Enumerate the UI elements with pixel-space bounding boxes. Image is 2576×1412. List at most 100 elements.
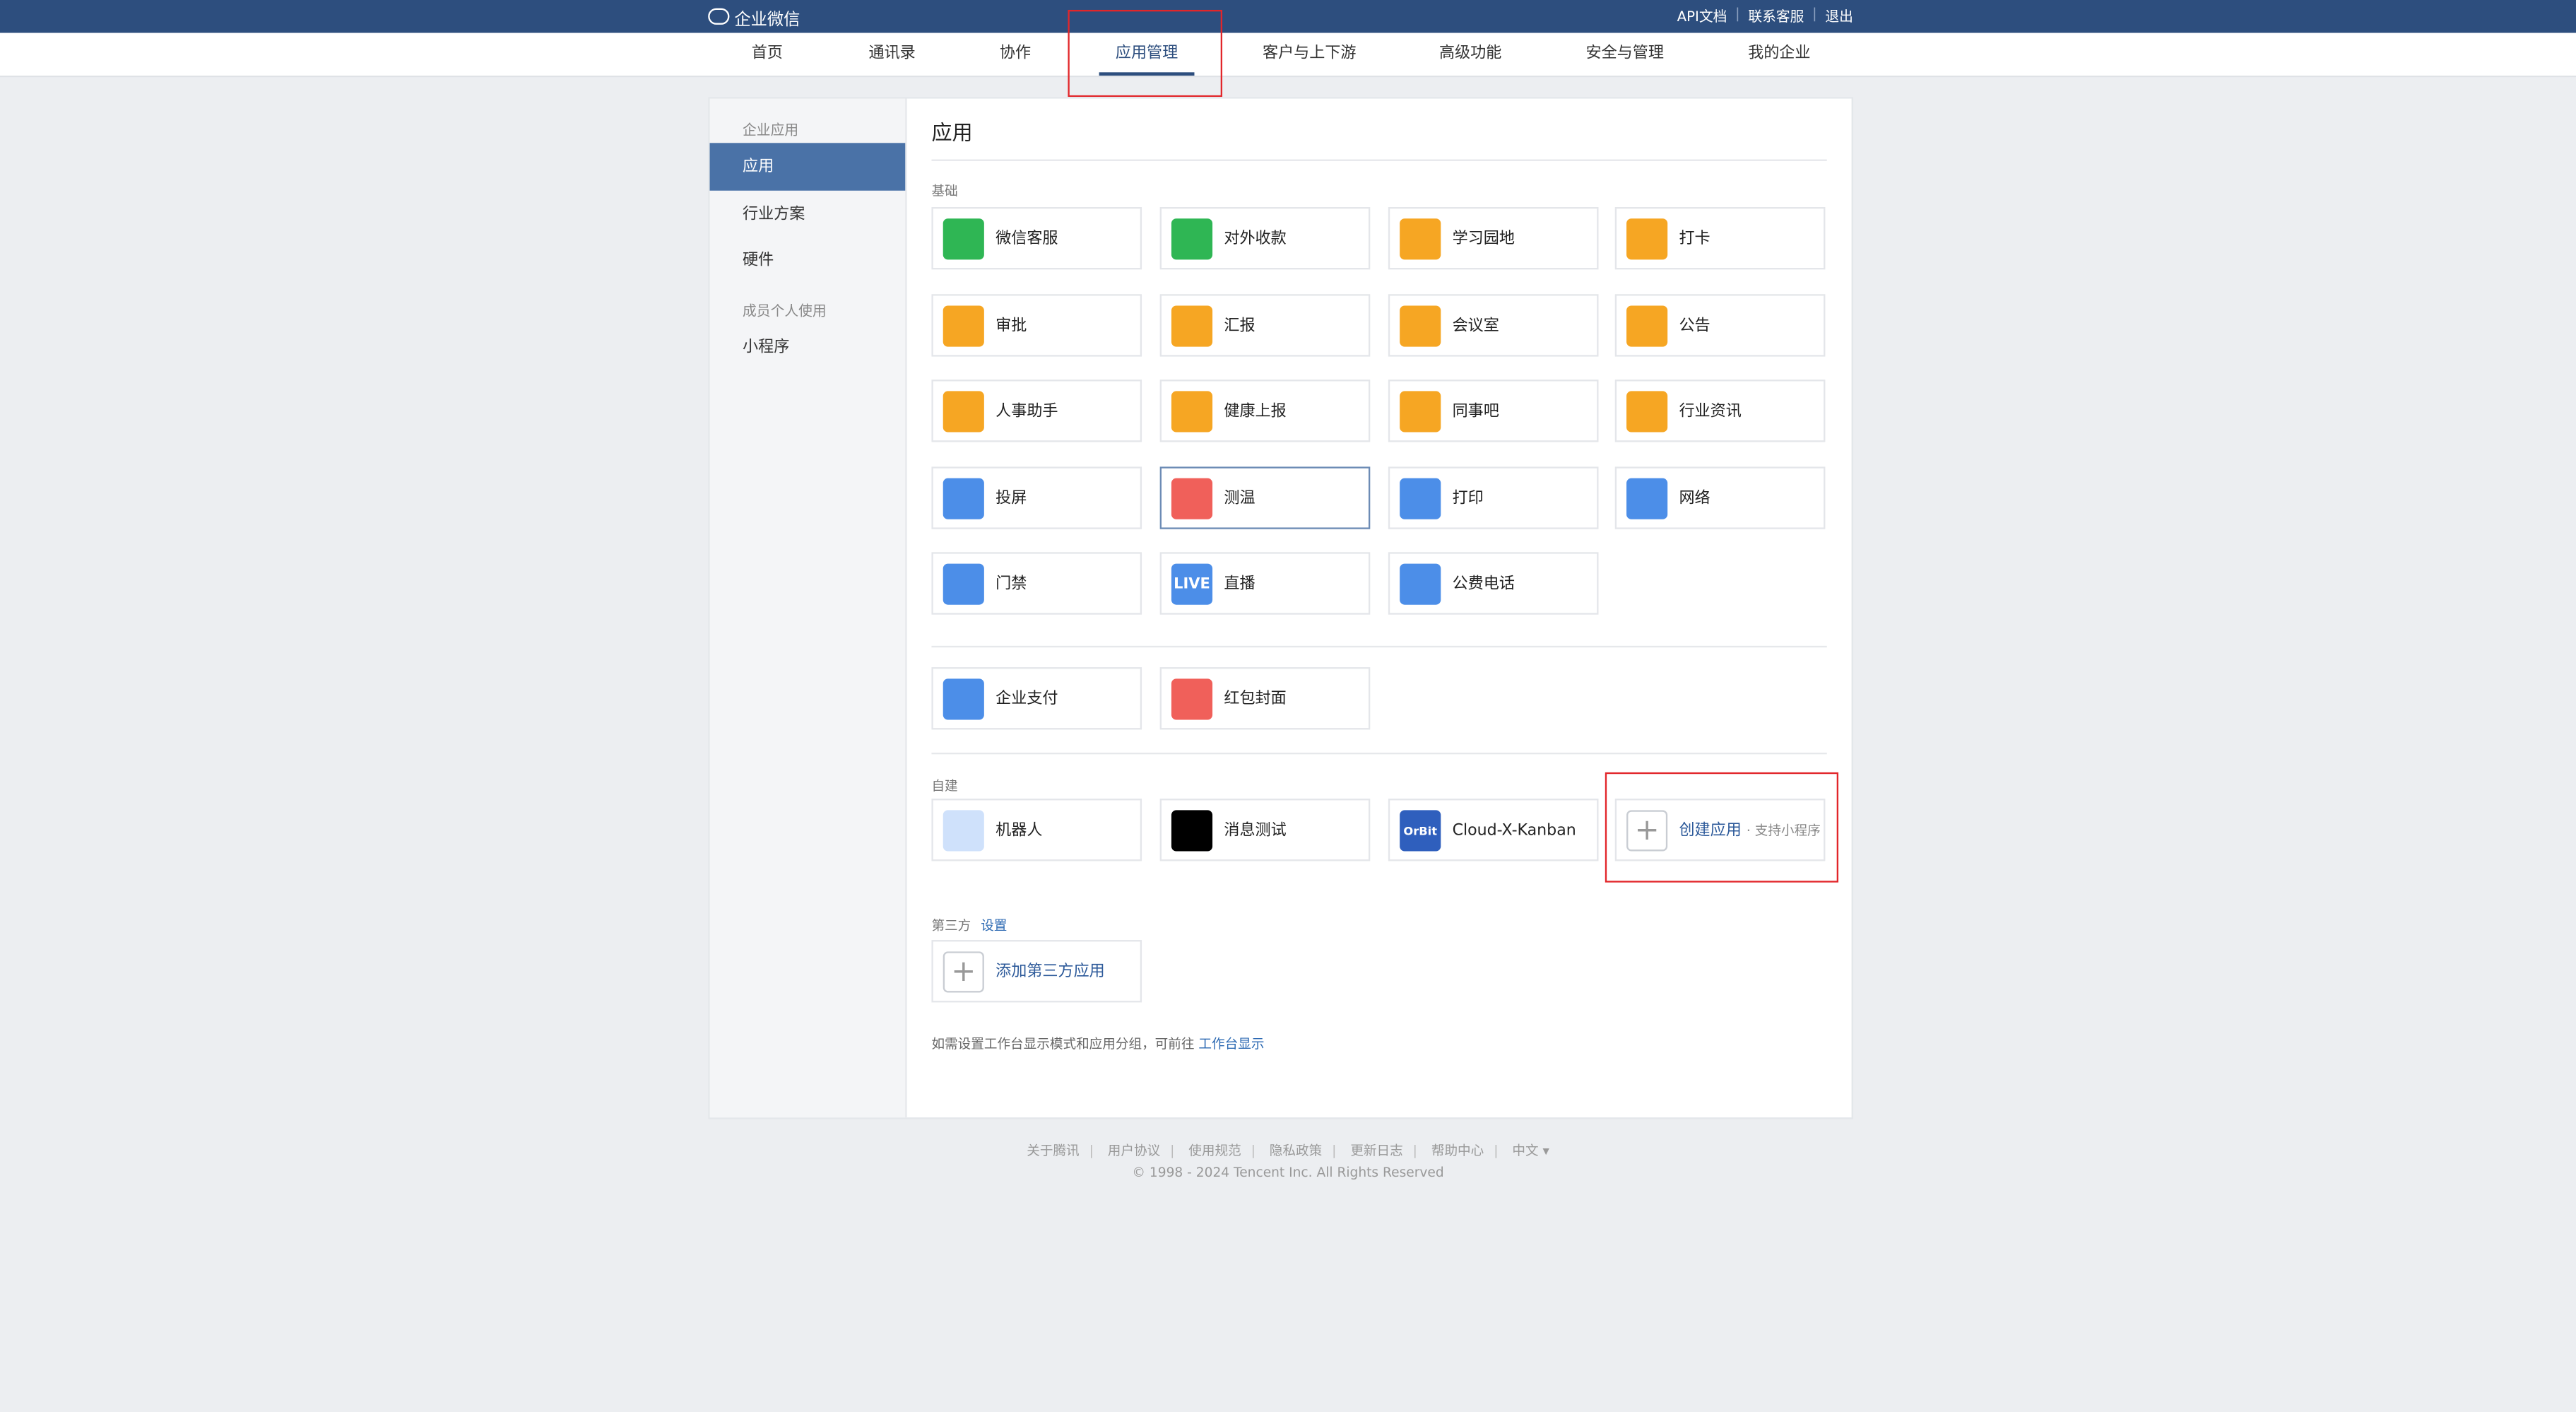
app-card[interactable]: OrBit Cloud-X-Kanban <box>1388 799 1599 861</box>
app-card[interactable]: 同事吧 <box>1388 380 1599 442</box>
contact-support-link[interactable]: 联系客服 <box>1748 6 1804 26</box>
app-card[interactable]: 审批 <box>931 293 1142 356</box>
footer-link-rules[interactable]: 使用规范 <box>1188 1143 1241 1158</box>
wecom-logo-icon <box>708 8 730 25</box>
content-panel: 企业应用 应用 行业方案 硬件 成员个人使用 小程序 应用 基础 微信客服 对外收… <box>708 97 1853 1119</box>
app-card[interactable]: 网络 <box>1614 466 1826 529</box>
app-label: 健康上报 <box>1224 402 1287 421</box>
app-label: 打卡 <box>1679 230 1711 249</box>
tab-security[interactable]: 安全与管理 <box>1585 33 1663 76</box>
footer-link-about[interactable]: 关于腾讯 <box>1027 1143 1079 1158</box>
page: 企业微信 API文档 | 联系客服 | 退出 首页 通讯录 协作 应用管理 客户… <box>0 0 2576 1412</box>
tab-collaboration[interactable]: 协作 <box>1000 33 1031 76</box>
phone-icon <box>1400 563 1441 605</box>
footer-links: 关于腾讯 | 用户协议 | 使用规范 | 隐私政策 | 更新日志 | 帮助中心 | 中文 ▾ <box>1027 1143 1549 1159</box>
app-card[interactable]: 门禁 <box>931 552 1142 615</box>
app-label: 审批 <box>995 316 1027 335</box>
top-bar: 企业微信 API文档 | 联系客服 | 退出 <box>0 0 2576 33</box>
app-card[interactable]: 企业支付 <box>931 667 1142 730</box>
app-card[interactable]: 汇报 <box>1159 293 1371 356</box>
add-third-party-label: 添加第三方应用 <box>995 963 1105 982</box>
sidebar-item-hardware[interactable]: 硬件 <box>710 237 906 284</box>
robot-icon <box>943 810 984 852</box>
app-card[interactable]: 消息测试 <box>1159 799 1371 861</box>
sidebar-caption-personal: 成员个人使用 <box>743 304 827 321</box>
app-card[interactable]: 打印 <box>1388 466 1599 529</box>
app-card[interactable]: 对外收款 <box>1159 206 1371 270</box>
app-label: 消息测试 <box>1224 821 1287 840</box>
sidebar-item-apps[interactable]: 应用 <box>709 143 906 191</box>
tab-contacts[interactable]: 通讯录 <box>868 33 915 76</box>
app-card[interactable]: 健康上报 <box>1159 380 1371 442</box>
footer-link-agreement[interactable]: 用户协议 <box>1108 1143 1160 1158</box>
main-nav: 首页 通讯录 协作 应用管理 客户与上下游 高级功能 安全与管理 我的企业 <box>0 33 2576 78</box>
third-party-settings-link[interactable]: 设置 <box>981 919 1007 934</box>
app-card[interactable]: 会议室 <box>1388 293 1599 356</box>
top-links: API文档 | 联系客服 | 退出 <box>1677 6 1853 26</box>
tab-my-enterprise[interactable]: 我的企业 <box>1748 33 1810 76</box>
app-label: 公费电话 <box>1452 575 1515 594</box>
app-card[interactable]: LIVE 直播 <box>1159 552 1371 615</box>
app-label: 打印 <box>1452 488 1484 507</box>
plus-icon: + <box>943 951 984 993</box>
third-party-label: 第三方 <box>931 918 971 934</box>
health-icon <box>1171 391 1213 433</box>
logo[interactable]: 企业微信 <box>708 5 800 29</box>
chat-bubble-icon <box>943 218 984 260</box>
api-docs-link[interactable]: API文档 <box>1677 6 1727 26</box>
app-card[interactable]: 行业资讯 <box>1614 380 1826 442</box>
highlight-box-nav <box>1068 9 1223 98</box>
add-third-party-app-button[interactable]: + 添加第三方应用 <box>931 940 1142 1003</box>
app-label: 投屏 <box>995 488 1027 507</box>
app-label: 公告 <box>1679 316 1711 335</box>
section-label-custom: 自建 <box>931 779 958 794</box>
app-card[interactable]: 微信客服 <box>931 206 1142 270</box>
divider: | <box>1735 6 1740 23</box>
door-access-icon <box>943 563 984 605</box>
workspace-tip: 如需设置工作台显示模式和应用分组，可前往 工作台显示 <box>931 1035 1264 1054</box>
screen-cast-icon <box>943 477 984 519</box>
logo-text: 企业微信 <box>734 11 800 29</box>
thermometer-icon <box>1171 477 1213 519</box>
footer-link-help[interactable]: 帮助中心 <box>1431 1143 1484 1158</box>
app-label: 直播 <box>1224 575 1255 594</box>
black-square-icon <box>1171 810 1213 852</box>
app-card[interactable]: 人事助手 <box>931 380 1142 442</box>
planet-icon <box>1400 218 1441 260</box>
app-card[interactable]: 红包封面 <box>1159 667 1371 730</box>
copyright: © 1998 - 2024 Tencent Inc. All Rights Re… <box>1132 1165 1444 1180</box>
app-card[interactable]: 学习园地 <box>1388 206 1599 270</box>
nodes-icon <box>1400 391 1441 433</box>
logout-link[interactable]: 退出 <box>1825 6 1853 26</box>
sidebar-item-miniprogram[interactable]: 小程序 <box>710 324 906 371</box>
sidebar-item-industry[interactable]: 行业方案 <box>710 191 906 238</box>
app-card[interactable]: 打卡 <box>1614 206 1826 270</box>
language-selector[interactable]: 中文 ▾ <box>1512 1143 1549 1158</box>
app-label: 机器人 <box>995 821 1043 840</box>
app-card[interactable]: 机器人 <box>931 799 1142 861</box>
divider <box>931 645 1827 648</box>
person-icon <box>943 391 984 433</box>
tab-home[interactable]: 首页 <box>752 33 783 76</box>
app-label: Cloud-X-Kanban <box>1452 821 1576 840</box>
yuan-icon <box>1171 218 1213 260</box>
workspace-display-link[interactable]: 工作台显示 <box>1198 1037 1264 1052</box>
app-label: 红包封面 <box>1224 690 1287 709</box>
tab-customers[interactable]: 客户与上下游 <box>1263 33 1357 76</box>
tab-advanced[interactable]: 高级功能 <box>1439 33 1501 76</box>
news-icon <box>1626 391 1668 433</box>
app-label: 汇报 <box>1224 316 1255 335</box>
app-card[interactable]: 投屏 <box>931 466 1142 529</box>
app-label: 网络 <box>1679 488 1711 507</box>
app-label: 会议室 <box>1452 316 1499 335</box>
footer-link-changelog[interactable]: 更新日志 <box>1350 1143 1402 1158</box>
app-label: 企业支付 <box>995 690 1058 709</box>
door-icon <box>1400 305 1441 346</box>
report-icon <box>1171 305 1213 346</box>
app-label: 学习园地 <box>1452 230 1515 249</box>
app-card[interactable]: 公费电话 <box>1388 552 1599 615</box>
footer-link-privacy[interactable]: 隐私政策 <box>1270 1143 1322 1158</box>
megaphone-icon <box>1626 305 1668 346</box>
app-card[interactable]: 公告 <box>1614 293 1826 356</box>
app-card[interactable]: 测温 <box>1159 466 1371 529</box>
